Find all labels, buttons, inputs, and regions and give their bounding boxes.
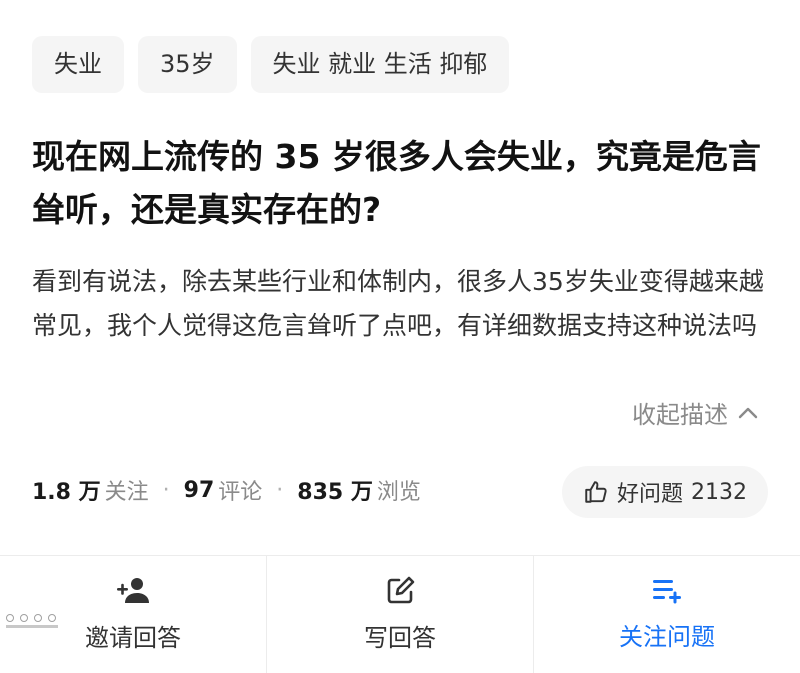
add-list-icon xyxy=(651,577,683,605)
comments-label[interactable]: 评论 xyxy=(218,474,262,506)
edit-icon xyxy=(385,576,415,606)
collapse-description-button[interactable]: 收起描述 xyxy=(632,395,758,430)
thumbs-up-icon xyxy=(583,479,609,505)
watermark-stamp xyxy=(2,612,64,632)
chevron-up-icon xyxy=(738,406,758,420)
views-label: 浏览 xyxy=(376,480,421,505)
topic-tag[interactable]: 35岁 xyxy=(138,36,237,93)
topic-tags: 失业 35岁 失业 就业 生活 抑郁 xyxy=(32,36,510,93)
good-question-label: 好问题 xyxy=(616,482,683,507)
topic-tag[interactable]: 失业 xyxy=(32,36,124,93)
invite-answer-label: 邀请回答 xyxy=(85,624,181,652)
comments-count[interactable]: 97 xyxy=(184,478,215,503)
write-answer-label: 写回答 xyxy=(364,624,436,652)
views-count: 835 万 xyxy=(297,480,373,505)
follow-question-label: 关注问题 xyxy=(619,623,715,651)
followers-count: 1.8 万 xyxy=(32,480,101,505)
good-question-count: 2132 xyxy=(691,479,747,505)
stats-separator: · xyxy=(162,477,170,503)
add-user-icon xyxy=(116,576,150,606)
question-description: 看到有说法，除去某些行业和体制内，很多人35岁失业变得越来越常见，我个人觉得这危… xyxy=(32,267,764,340)
followers-label: 关注 xyxy=(104,480,149,505)
bottom-action-bar: 邀请回答 写回答 关注问题 xyxy=(0,556,800,673)
question-page: 失业 35岁 失业 就业 生活 抑郁 现在网上流传的 35 岁很多人会失业，究竟… xyxy=(0,0,800,673)
good-question-button[interactable]: 好问题 2132 xyxy=(562,466,768,518)
question-title: 现在网上流传的 35 岁很多人会失业，究竟是危言耸听，还是真实存在的? xyxy=(32,137,761,229)
collapse-label: 收起描述 xyxy=(632,401,728,429)
write-answer-button[interactable]: 写回答 xyxy=(267,556,534,673)
question-stats: 1.8 万 关注 · 97 评论 · 835 万 浏览 xyxy=(32,474,421,506)
stats-separator: · xyxy=(276,477,284,503)
topic-tag[interactable]: 失业 就业 生活 抑郁 xyxy=(250,36,510,93)
follow-question-button[interactable]: 关注问题 xyxy=(534,556,800,673)
